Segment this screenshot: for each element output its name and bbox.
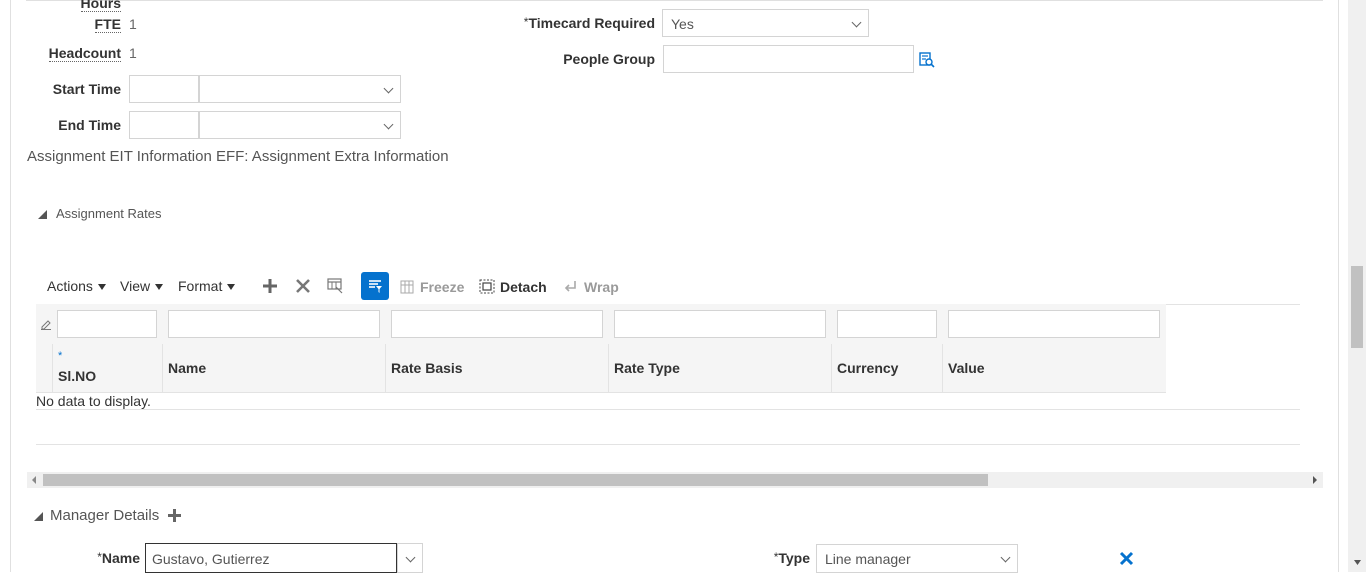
chevron-down-icon	[383, 83, 394, 94]
table-bottom-border	[36, 444, 1300, 445]
end-time-label: End Time	[58, 117, 121, 133]
end-time-input[interactable]	[129, 111, 199, 139]
start-time-input[interactable]	[129, 75, 199, 103]
manager-name-value: Gustavo, Gutierrez	[152, 551, 270, 567]
timecard-required-value: Yes	[671, 16, 694, 32]
actions-menu[interactable]: Actions	[47, 278, 106, 294]
manager-type-label: *Type	[773, 550, 810, 566]
header-bottom-border	[36, 392, 1166, 393]
collapse-triangle-icon	[34, 512, 43, 521]
wrap-button[interactable]: Wrap	[584, 279, 619, 295]
view-menu[interactable]: View	[120, 278, 164, 294]
column-separator	[162, 344, 163, 392]
search-lov-icon[interactable]	[919, 52, 935, 68]
caret-down-icon	[155, 284, 164, 291]
column-header-name[interactable]: Name	[168, 360, 206, 376]
eit-information-text: Assignment EIT Information EFF: Assignme…	[27, 148, 449, 165]
horizontal-scrollbar-thumb[interactable]	[43, 474, 988, 486]
scroll-down-arrow-icon[interactable]	[1353, 559, 1362, 566]
assignment-rates-header[interactable]	[38, 206, 47, 224]
end-time-period-select[interactable]	[199, 111, 401, 139]
people-group-label: People Group	[563, 51, 655, 67]
fte-value: 1	[129, 16, 137, 32]
filter-input-currency[interactable]	[837, 310, 937, 338]
hours-label: Hours	[60, 0, 121, 12]
top-divider	[26, 0, 1323, 1]
manager-name-dropdown[interactable]	[397, 543, 423, 573]
freeze-icon	[400, 280, 414, 294]
query-by-example-icon[interactable]	[327, 278, 344, 294]
timecard-required-select[interactable]: Yes	[662, 9, 869, 37]
freeze-button[interactable]: Freeze	[420, 279, 464, 295]
required-asterisk: *	[58, 350, 63, 362]
filter-input-value[interactable]	[948, 310, 1160, 338]
panel-border-left	[10, 0, 11, 572]
manager-name-input[interactable]: Gustavo, Gutierrez	[145, 543, 397, 573]
column-header-value[interactable]: Value	[948, 360, 985, 376]
timecard-required-label: *Timecard Required	[523, 15, 655, 31]
detach-button[interactable]: Detach	[500, 279, 547, 295]
column-header-rate-basis[interactable]: Rate Basis	[391, 360, 463, 376]
manager-details-header[interactable]	[34, 508, 43, 526]
column-separator	[385, 344, 386, 392]
chevron-down-icon	[1000, 552, 1011, 563]
chevron-down-icon	[405, 552, 416, 563]
chevron-down-icon	[851, 17, 862, 28]
filter-toggle-button[interactable]	[361, 272, 389, 300]
column-separator	[942, 344, 943, 392]
manager-details-title: Manager Details	[50, 507, 160, 524]
fte-label: FTE	[94, 16, 121, 33]
column-separator	[52, 344, 53, 392]
detach-icon	[479, 279, 495, 294]
column-header-rate-type[interactable]: Rate Type	[614, 360, 680, 376]
panel-border-right	[1338, 0, 1339, 572]
filter-input-rate-type[interactable]	[614, 310, 826, 338]
vertical-scrollbar-thumb[interactable]	[1351, 266, 1363, 348]
assignment-rates-title: Assignment Rates	[56, 206, 162, 221]
manager-name-label: *Name	[97, 550, 140, 566]
scroll-right-arrow-icon[interactable]	[1311, 475, 1319, 485]
start-time-period-select[interactable]	[199, 75, 401, 103]
manager-type-select[interactable]: Line manager	[816, 544, 1018, 573]
filter-input-name[interactable]	[168, 310, 380, 338]
wrap-icon	[564, 281, 576, 292]
start-time-label: Start Time	[52, 81, 121, 97]
format-menu[interactable]: Format	[178, 278, 236, 294]
filter-input-slno[interactable]	[57, 310, 157, 338]
caret-down-icon	[227, 284, 236, 291]
headcount-value: 1	[129, 45, 137, 61]
headcount-label: Headcount	[48, 45, 121, 62]
column-separator	[608, 344, 609, 392]
column-header-slno[interactable]: Sl.NO	[58, 368, 96, 384]
filter-icon	[369, 280, 382, 293]
filter-input-rate-basis[interactable]	[391, 310, 603, 338]
delete-row-icon[interactable]	[295, 278, 311, 294]
empty-table-text: No data to display.	[36, 393, 151, 409]
column-separator	[831, 344, 832, 392]
edit-pencil-icon	[41, 320, 51, 330]
caret-down-icon	[97, 284, 106, 291]
scroll-left-arrow-icon[interactable]	[30, 475, 38, 485]
collapse-triangle-icon	[38, 210, 47, 219]
manager-type-value: Line manager	[825, 551, 911, 567]
chevron-down-icon	[383, 119, 394, 130]
add-row-icon[interactable]	[262, 278, 278, 294]
add-manager-icon[interactable]	[167, 508, 182, 523]
remove-manager-icon[interactable]	[1119, 551, 1134, 566]
row-border	[36, 409, 1300, 410]
people-group-input[interactable]	[663, 45, 914, 73]
column-header-currency[interactable]: Currency	[837, 360, 898, 376]
